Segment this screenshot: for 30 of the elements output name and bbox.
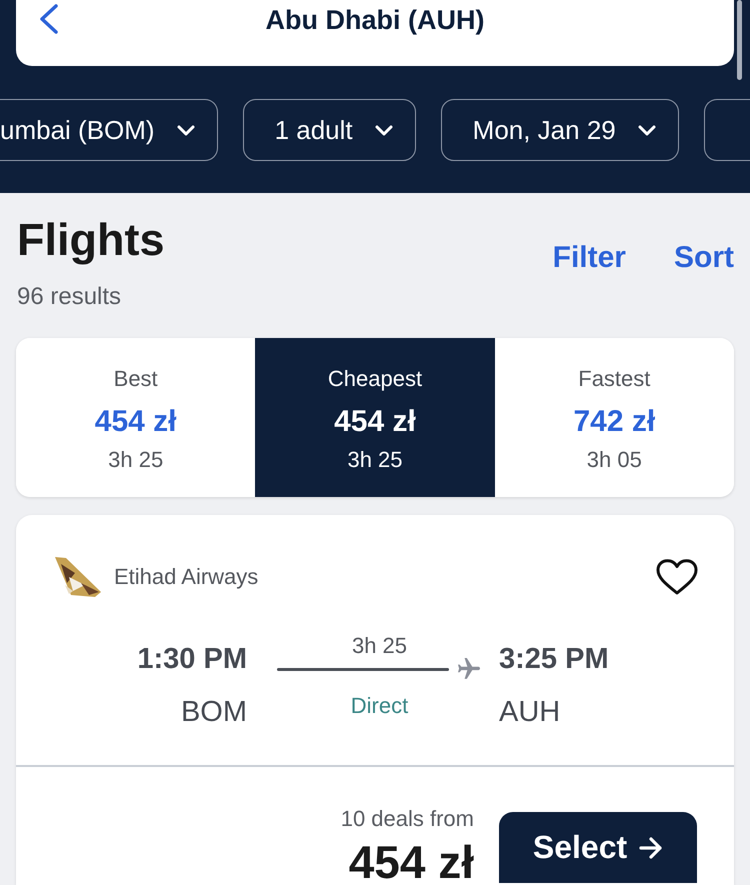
tail-logo-icon — [55, 557, 101, 597]
deals-label: 10 deals from — [340, 805, 474, 833]
departure-airport: BOM — [180, 695, 247, 729]
airline-name: Etihad Airways — [114, 563, 258, 591]
arrival-time: 3:25 PM — [499, 642, 609, 676]
filter-chip[interactable]: umbai (BOM) — [0, 99, 218, 161]
select-button[interactable]: Select — [499, 812, 697, 883]
flight-price: 454 zł — [348, 841, 474, 883]
arrow-right-icon — [639, 836, 664, 858]
destination-title: Abu Dhabi (AUH) — [266, 4, 484, 36]
arrival-airport: AUH — [499, 695, 560, 729]
header-action-link[interactable]: Sort — [674, 240, 734, 276]
departure-time: 1:30 PM — [137, 642, 247, 676]
heart-icon[interactable] — [656, 558, 698, 596]
sort-tab[interactable]: Best 454 zł 3h 25 — [16, 338, 256, 497]
chevron-down-icon — [374, 124, 393, 136]
header-action-link[interactable]: Filter — [552, 240, 626, 276]
results-count: 96 results — [17, 282, 122, 312]
sort-tab[interactable]: Cheapest 454 zł 3h 25 — [255, 338, 495, 497]
flight-duration: 3h 25 — [352, 632, 408, 660]
filter-chip[interactable]: 1 adult — [242, 99, 416, 161]
filter-chip[interactable]: Mon, Jan 29 — [440, 99, 679, 161]
stops-label: Direct — [350, 692, 408, 720]
chevron-down-icon — [638, 124, 656, 136]
chevron-down-icon — [176, 124, 195, 136]
sort-tab[interactable]: Fastest 742 zł 3h 05 — [494, 338, 734, 497]
plane-icon — [456, 658, 482, 680]
filter-chip[interactable] — [704, 99, 750, 161]
back-icon[interactable] — [38, 4, 60, 34]
results-title: Flights — [17, 213, 164, 267]
